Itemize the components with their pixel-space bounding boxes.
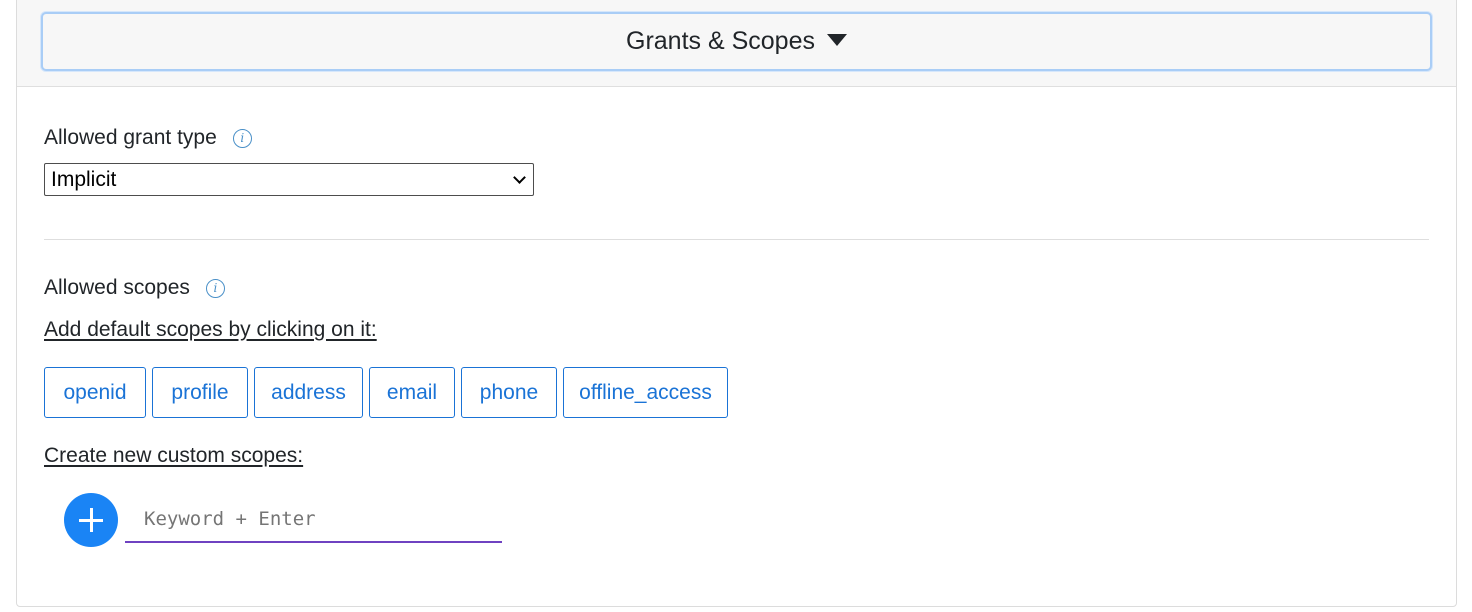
custom-scope-input[interactable] (125, 497, 502, 543)
grant-type-selected-value: Implicit (51, 167, 117, 191)
scope-chip-offline-access[interactable]: offline_access (563, 367, 728, 418)
grants-scopes-toggle-button[interactable]: Grants & Scopes (41, 12, 1432, 71)
section-title: Grants & Scopes (626, 27, 815, 55)
plus-icon-vertical (89, 508, 93, 532)
section-divider (44, 239, 1429, 240)
scope-chip-profile[interactable]: profile (152, 367, 248, 418)
grant-type-label-row: Allowed grant type i (44, 126, 252, 150)
scopes-label-row: Allowed scopes i (44, 276, 225, 300)
chevron-down-icon (513, 171, 526, 184)
card-header: Grants & Scopes (17, 0, 1456, 87)
grant-type-label: Allowed grant type (44, 126, 217, 149)
scope-chip-openid[interactable]: openid (44, 367, 146, 418)
info-icon[interactable]: i (232, 128, 252, 148)
scope-chip-email[interactable]: email (369, 367, 455, 418)
scope-chip-phone[interactable]: phone (461, 367, 557, 418)
add-scope-button[interactable] (64, 493, 118, 547)
scopes-label: Allowed scopes (44, 276, 190, 299)
info-icon[interactable]: i (205, 278, 225, 298)
grant-type-select[interactable]: Implicit (44, 163, 534, 196)
custom-scopes-hint: Create new custom scopes: (44, 444, 304, 467)
scope-chip-address[interactable]: address (254, 367, 363, 418)
caret-down-icon (826, 33, 847, 46)
default-scopes-hint: Add default scopes by clicking on it: (44, 318, 377, 341)
